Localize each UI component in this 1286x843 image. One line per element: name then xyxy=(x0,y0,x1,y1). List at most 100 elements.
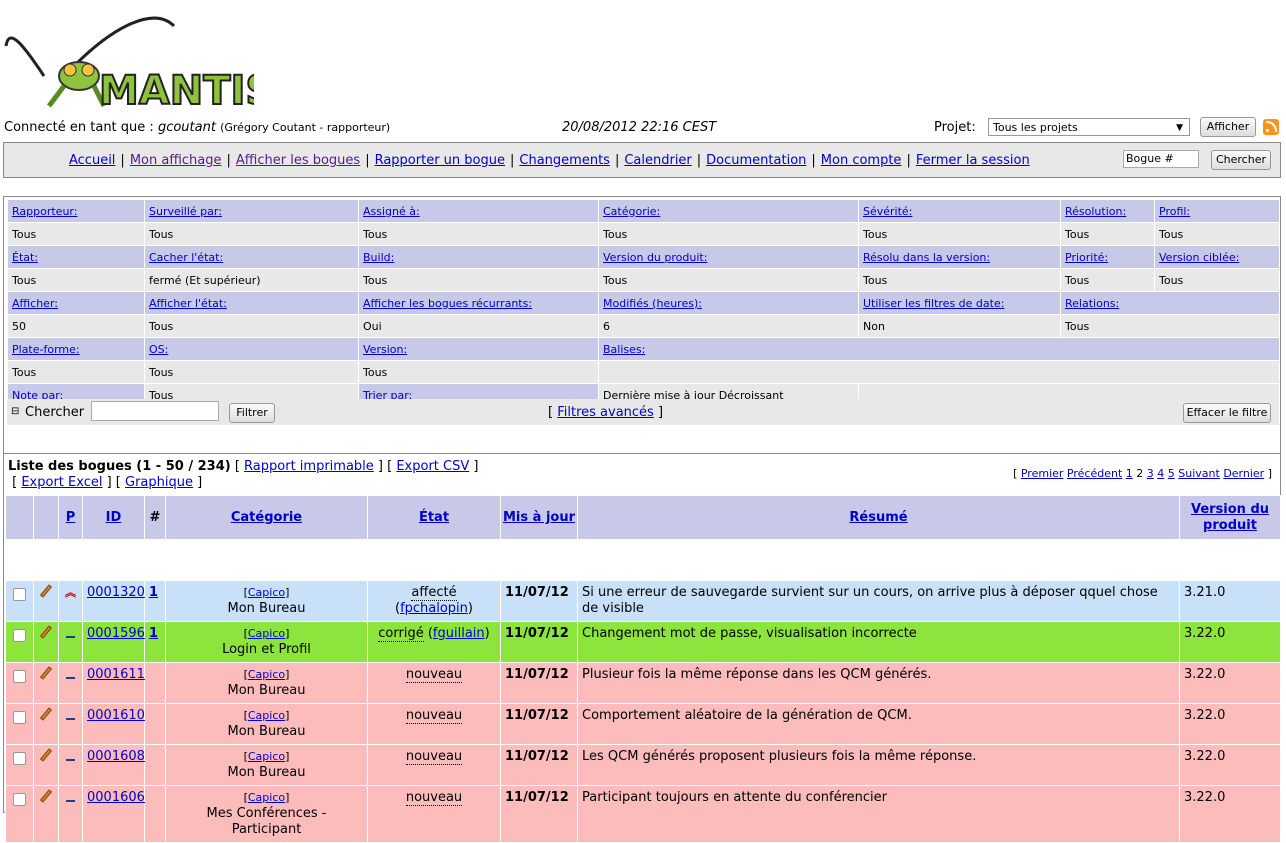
filter-show[interactable]: Afficher: xyxy=(12,297,58,310)
filter-os-version[interactable]: Version: xyxy=(363,343,407,356)
project-link[interactable]: Capico xyxy=(248,627,285,640)
filter-value: Tous xyxy=(1154,268,1280,292)
col-category[interactable]: Catégorie xyxy=(231,510,302,525)
project-link[interactable]: Capico xyxy=(248,791,285,804)
table-row[interactable]: ︽ 0001320 1 [Capico] Mon Bureau affecté (f… xyxy=(5,580,1281,622)
table-row[interactable]: 0001608 [Capico] Mon Bureau nouveau 11/07… xyxy=(5,744,1281,786)
table-row[interactable]: 0001606 [Capico] Mes Conférences - Partic… xyxy=(5,785,1281,843)
filter-os[interactable]: OS: xyxy=(149,343,168,356)
bug-id-link[interactable]: 0001320 xyxy=(87,585,145,600)
filter-value: Tous xyxy=(144,222,359,246)
col-status[interactable]: État xyxy=(419,510,449,525)
menu-calendar[interactable]: Calendrier xyxy=(624,153,691,168)
menu-home[interactable]: Accueil xyxy=(69,153,115,168)
filter-assigned-to[interactable]: Assigné à: xyxy=(363,205,420,218)
edit-pencil-icon[interactable] xyxy=(39,790,53,804)
bug-id-input[interactable]: Bogue # xyxy=(1123,150,1199,168)
project-show-button[interactable]: Afficher xyxy=(1200,117,1256,137)
bug-id-link[interactable]: 0001610 xyxy=(87,708,145,723)
row-checkbox[interactable] xyxy=(13,670,26,683)
project-link[interactable]: Capico xyxy=(248,750,285,763)
filter-button[interactable]: Filtrer xyxy=(229,403,275,423)
print-report-link[interactable]: Rapport imprimable xyxy=(244,459,374,474)
row-checkbox[interactable] xyxy=(13,711,26,724)
menu-report-issue[interactable]: Rapporter un bogue xyxy=(375,153,505,168)
menu-logout[interactable]: Fermer la session xyxy=(916,153,1030,168)
filter-search-input[interactable] xyxy=(91,401,219,421)
col-updated[interactable]: Mis à jour xyxy=(503,510,575,525)
graph-link[interactable]: Graphique xyxy=(125,475,193,490)
edit-pencil-icon[interactable] xyxy=(39,667,53,681)
filter-resolution[interactable]: Résolution: xyxy=(1065,205,1126,218)
page-last[interactable]: Dernier xyxy=(1223,467,1264,480)
filter-fixed-in-version[interactable]: Résolu dans la version: xyxy=(863,251,990,264)
project-link[interactable]: Capico xyxy=(248,709,285,722)
row-checkbox[interactable] xyxy=(13,588,26,601)
rss-icon[interactable] xyxy=(1263,119,1279,135)
filter-monitored-by[interactable]: Surveillé par: xyxy=(149,205,222,218)
filter-target-version[interactable]: Version ciblée: xyxy=(1159,251,1239,264)
filter-category[interactable]: Catégorie: xyxy=(603,205,660,218)
table-row[interactable]: 0001596 1 [Capico] Login et Profil corrig… xyxy=(5,621,1281,663)
menu-my-account[interactable]: Mon compte xyxy=(821,153,902,168)
edit-pencil-icon[interactable] xyxy=(39,585,53,599)
row-checkbox[interactable] xyxy=(13,793,26,806)
notes-count-link[interactable]: 1 xyxy=(149,585,158,600)
filter-priority[interactable]: Priorité: xyxy=(1065,251,1108,264)
edit-pencil-icon[interactable] xyxy=(39,626,53,640)
menu-my-view[interactable]: Mon affichage xyxy=(130,153,222,168)
page-first[interactable]: Premier xyxy=(1021,467,1064,480)
filter-build[interactable]: Build: xyxy=(363,251,394,264)
page-4[interactable]: 4 xyxy=(1157,467,1164,480)
filter-relations[interactable]: Relations: xyxy=(1065,297,1119,310)
table-row[interactable]: 0001611 [Capico] Mon Bureau nouveau 11/07… xyxy=(5,662,1281,704)
col-id[interactable]: ID xyxy=(106,510,122,525)
table-row[interactable]: 0001610 [Capico] Mon Bureau nouveau 11/07… xyxy=(5,703,1281,745)
filter-changed-hours[interactable]: Modifiés (heures): xyxy=(603,297,702,310)
export-excel-link[interactable]: Export Excel xyxy=(21,475,102,490)
bug-id-link[interactable]: 0001611 xyxy=(87,667,145,682)
filter-platform[interactable]: Plate-forme: xyxy=(12,343,80,356)
bug-id-link[interactable]: 0001606 xyxy=(87,790,145,805)
filter-product-version[interactable]: Version du produit: xyxy=(603,251,707,264)
edit-pencil-icon[interactable] xyxy=(39,708,53,722)
filter-hide-status[interactable]: Cacher l'état: xyxy=(149,251,223,264)
filter-severity[interactable]: Sévérité: xyxy=(863,205,912,218)
row-checkbox[interactable] xyxy=(13,752,26,765)
filter-show-status[interactable]: Afficher l'état: xyxy=(149,297,227,310)
collapse-icon[interactable]: ⊟ xyxy=(11,406,19,417)
current-datetime: 20/08/2012 22:16 CEST xyxy=(562,120,717,135)
page-next[interactable]: Suivant xyxy=(1178,467,1220,480)
handler-link[interactable]: fguillain xyxy=(433,626,485,641)
menu-view-issues[interactable]: Afficher les bogues xyxy=(236,153,360,168)
bug-id-link[interactable]: 0001596 xyxy=(87,626,145,641)
mantis-logo[interactable]: MANTIS xyxy=(4,6,275,115)
filter-use-date-filters[interactable]: Utiliser les filtres de date: xyxy=(863,297,1004,310)
page-3[interactable]: 3 xyxy=(1147,467,1154,480)
menu-documentation[interactable]: Documentation xyxy=(706,153,806,168)
bug-id-link[interactable]: 0001608 xyxy=(87,749,145,764)
filter-show-sticky[interactable]: Afficher les bogues récurrants: xyxy=(363,297,532,310)
project-link[interactable]: Capico xyxy=(248,668,285,681)
notes-count-link[interactable]: 1 xyxy=(149,626,158,641)
advanced-filters-link[interactable]: Filtres avancés xyxy=(557,405,654,420)
page-1[interactable]: 1 xyxy=(1126,467,1133,480)
project-select[interactable]: Tous les projets ▼ xyxy=(988,118,1190,136)
bug-search-button[interactable]: Chercher xyxy=(1211,150,1271,170)
col-priority[interactable]: P xyxy=(66,510,76,525)
filter-status[interactable]: État: xyxy=(12,251,38,264)
col-product-version[interactable]: Version du produit xyxy=(1191,502,1269,533)
edit-pencil-icon[interactable] xyxy=(39,749,53,763)
page-5[interactable]: 5 xyxy=(1168,467,1175,480)
col-summary[interactable]: Résumé xyxy=(849,510,907,525)
project-link[interactable]: Capico xyxy=(248,586,285,599)
export-csv-link[interactable]: Export CSV xyxy=(396,459,469,474)
filter-reporter[interactable]: Rapporteur: xyxy=(12,205,77,218)
filter-profile[interactable]: Profil: xyxy=(1159,205,1190,218)
menu-changelog[interactable]: Changements xyxy=(519,153,610,168)
row-checkbox[interactable] xyxy=(13,629,26,642)
clear-filter-button[interactable]: Effacer le filtre xyxy=(1183,403,1271,423)
page-prev[interactable]: Précédent xyxy=(1067,467,1122,480)
filter-tags[interactable]: Balises: xyxy=(603,343,645,356)
handler-link[interactable]: fpchalopin xyxy=(400,601,468,616)
